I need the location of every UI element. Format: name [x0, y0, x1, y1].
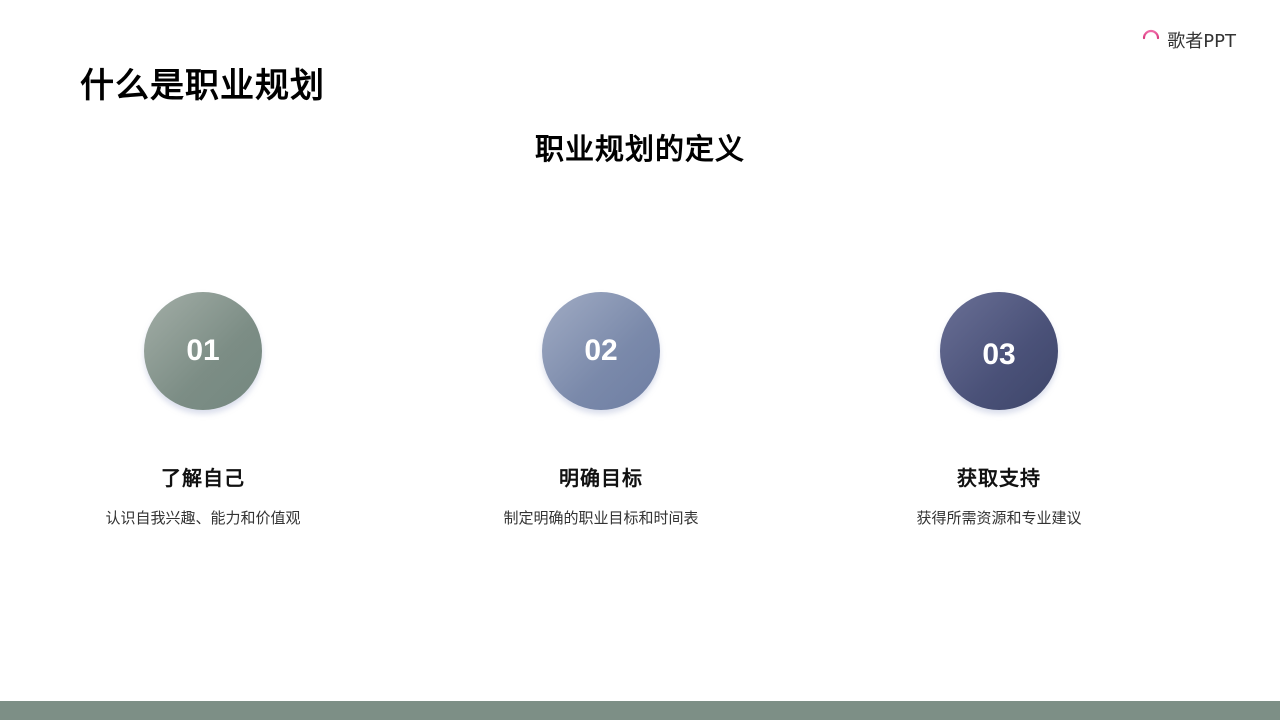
card-description: 认识自我兴趣、能力和价值观 — [105, 509, 301, 527]
footer-bar — [0, 701, 1280, 720]
card-title: 明确目标 — [559, 466, 643, 490]
brand-logo-text: 歌者PPT — [1167, 31, 1236, 52]
card-number: 03 — [982, 338, 1016, 371]
number-circle: 01 — [144, 292, 262, 410]
card-understand-self: 01 了解自己 认识自我兴趣、能力和价值观 — [3, 292, 403, 528]
card-title: 了解自己 — [161, 466, 245, 490]
number-circle: 02 — [542, 292, 660, 410]
card-description: 获得所需资源和专业建议 — [916, 509, 1082, 527]
card-number: 02 — [584, 334, 618, 367]
number-circle: 03 — [940, 292, 1058, 410]
card-number: 01 — [186, 334, 220, 367]
card-define-goals: 02 明确目标 制定明确的职业目标和时间表 — [401, 292, 801, 528]
page-title: 什么是职业规划 — [80, 66, 325, 106]
brand-logo: 歌者PPT — [1141, 24, 1236, 56]
microphone-wave-icon — [1143, 29, 1160, 53]
section-title: 职业规划的定义 — [534, 132, 745, 166]
card-get-support: 03 获取支持 获得所需资源和专业建议 — [799, 292, 1199, 528]
card-description: 制定明确的职业目标和时间表 — [503, 509, 699, 527]
card-title: 获取支持 — [957, 466, 1041, 490]
